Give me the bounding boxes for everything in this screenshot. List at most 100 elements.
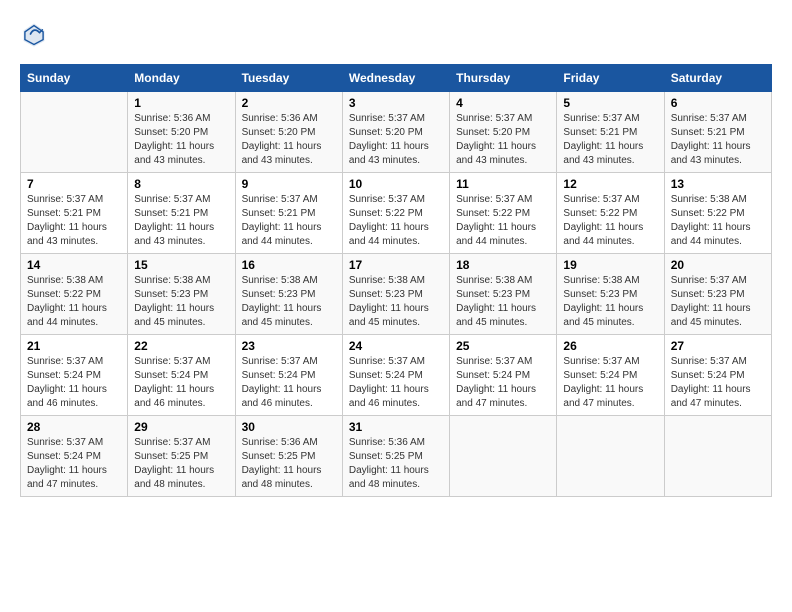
calendar-day-30: 30Sunrise: 5:36 AM Sunset: 5:25 PM Dayli… [235,416,342,497]
day-info: Sunrise: 5:38 AM Sunset: 5:23 PM Dayligh… [563,274,657,330]
calendar-day-7: 7 Sunrise: 5:37 AM Sunset: 5:21 PM Daylig… [21,173,128,254]
day-info: Sunrise: 5:37 AM Sunset: 5:25 PM Dayligh… [134,436,228,492]
day-info: Sunrise: 5:37 AM Sunset: 5:24 PM Dayligh… [27,355,121,411]
logo-icon [20,20,48,48]
calendar-empty-cell [664,416,771,497]
calendar-day-14: 14 Sunrise: 5:38 AM Sunset: 5:22 PM Dayli… [21,254,128,335]
weekday-header-friday: Friday [557,65,664,92]
day-number: 26 [563,339,657,353]
day-number: 21 [27,339,121,353]
calendar-day-19: 19 Sunrise: 5:38 AM Sunset: 5:23 PM Dayli… [557,254,664,335]
day-number: 15 [134,258,228,272]
day-number: 19 [563,258,657,272]
calendar-day-15: 15 Sunrise: 5:38 AM Sunset: 5:23 PM Dayli… [128,254,235,335]
page-header [20,20,772,48]
calendar-day-27: 27 Sunrise: 5:37 AM Sunset: 5:24 PM Dayli… [664,335,771,416]
calendar-day-25: 25 Sunrise: 5:37 AM Sunset: 5:24 PM Dayli… [450,335,557,416]
day-info: Sunrise: 5:37 AM Sunset: 5:22 PM Dayligh… [563,193,657,249]
calendar-day-21: 21 Sunrise: 5:37 AM Sunset: 5:24 PM Dayli… [21,335,128,416]
calendar-day-10: 10 Sunrise: 5:37 AM Sunset: 5:22 PM Dayli… [342,173,449,254]
day-info: Sunrise: 5:38 AM Sunset: 5:22 PM Dayligh… [27,274,121,330]
day-number: 5 [563,96,657,110]
day-info: Sunrise: 5:37 AM Sunset: 5:24 PM Dayligh… [27,436,121,492]
calendar-day-26: 26Sunrise: 5:37 AM Sunset: 5:24 PM Dayli… [557,335,664,416]
day-info: Sunrise: 5:37 AM Sunset: 5:21 PM Dayligh… [563,112,657,168]
day-number: 12 [563,177,657,191]
day-info: Sunrise: 5:37 AM Sunset: 5:22 PM Dayligh… [456,193,550,249]
weekday-header-row: SundayMondayTuesdayWednesdayThursdayFrid… [21,65,772,92]
calendar-table: SundayMondayTuesdayWednesdayThursdayFrid… [20,64,772,497]
day-number: 30 [242,420,336,434]
calendar-empty-cell [557,416,664,497]
day-info: Sunrise: 5:37 AM Sunset: 5:20 PM Dayligh… [456,112,550,168]
calendar-day-29: 29 Sunrise: 5:37 AM Sunset: 5:25 PM Dayli… [128,416,235,497]
day-number: 11 [456,177,550,191]
logo [20,20,52,48]
day-number: 20 [671,258,765,272]
day-number: 7 [27,177,121,191]
weekday-header-monday: Monday [128,65,235,92]
day-info: Sunrise: 5:36 AM Sunset: 5:25 PM Dayligh… [349,436,443,492]
day-number: 25 [456,339,550,353]
day-info: Sunrise: 5:37 AM Sunset: 5:24 PM Dayligh… [456,355,550,411]
day-info: Sunrise: 5:37 AM Sunset: 5:22 PM Dayligh… [349,193,443,249]
day-info: Sunrise: 5:37 AM Sunset: 5:21 PM Dayligh… [671,112,765,168]
day-number: 9 [242,177,336,191]
calendar-day-16: 16Sunrise: 5:38 AM Sunset: 5:23 PM Dayli… [235,254,342,335]
day-info: Sunrise: 5:37 AM Sunset: 5:21 PM Dayligh… [134,193,228,249]
day-number: 1 [134,96,228,110]
day-info: Sunrise: 5:38 AM Sunset: 5:22 PM Dayligh… [671,193,765,249]
day-number: 14 [27,258,121,272]
day-number: 22 [134,339,228,353]
calendar-week-row: 1 Sunrise: 5:36 AM Sunset: 5:20 PM Daylig… [21,92,772,173]
day-info: Sunrise: 5:38 AM Sunset: 5:23 PM Dayligh… [456,274,550,330]
calendar-empty-cell [450,416,557,497]
calendar-day-11: 11 Sunrise: 5:37 AM Sunset: 5:22 PM Dayli… [450,173,557,254]
day-info: Sunrise: 5:37 AM Sunset: 5:20 PM Dayligh… [349,112,443,168]
day-number: 31 [349,420,443,434]
calendar-day-20: 20Sunrise: 5:37 AM Sunset: 5:23 PM Dayli… [664,254,771,335]
day-number: 24 [349,339,443,353]
calendar-day-5: 5 Sunrise: 5:37 AM Sunset: 5:21 PM Daylig… [557,92,664,173]
weekday-header-sunday: Sunday [21,65,128,92]
calendar-day-2: 2 Sunrise: 5:36 AM Sunset: 5:20 PM Daylig… [235,92,342,173]
weekday-header-wednesday: Wednesday [342,65,449,92]
day-number: 17 [349,258,443,272]
day-info: Sunrise: 5:38 AM Sunset: 5:23 PM Dayligh… [134,274,228,330]
calendar-empty-cell [21,92,128,173]
weekday-header-saturday: Saturday [664,65,771,92]
day-info: Sunrise: 5:37 AM Sunset: 5:24 PM Dayligh… [671,355,765,411]
day-info: Sunrise: 5:37 AM Sunset: 5:24 PM Dayligh… [134,355,228,411]
calendar-day-9: 9Sunrise: 5:37 AM Sunset: 5:21 PM Daylig… [235,173,342,254]
day-info: Sunrise: 5:37 AM Sunset: 5:21 PM Dayligh… [27,193,121,249]
calendar-day-1: 1 Sunrise: 5:36 AM Sunset: 5:20 PM Daylig… [128,92,235,173]
calendar-day-22: 22 Sunrise: 5:37 AM Sunset: 5:24 PM Dayli… [128,335,235,416]
calendar-day-18: 18Sunrise: 5:38 AM Sunset: 5:23 PM Dayli… [450,254,557,335]
day-number: 13 [671,177,765,191]
weekday-header-thursday: Thursday [450,65,557,92]
calendar-day-31: 31 Sunrise: 5:36 AM Sunset: 5:25 PM Dayli… [342,416,449,497]
calendar-week-row: 21 Sunrise: 5:37 AM Sunset: 5:24 PM Dayli… [21,335,772,416]
day-number: 23 [242,339,336,353]
calendar-day-12: 12 Sunrise: 5:37 AM Sunset: 5:22 PM Dayli… [557,173,664,254]
day-info: Sunrise: 5:37 AM Sunset: 5:24 PM Dayligh… [349,355,443,411]
day-number: 3 [349,96,443,110]
weekday-header-tuesday: Tuesday [235,65,342,92]
calendar-day-3: 3 Sunrise: 5:37 AM Sunset: 5:20 PM Daylig… [342,92,449,173]
day-info: Sunrise: 5:36 AM Sunset: 5:20 PM Dayligh… [134,112,228,168]
calendar-week-row: 7 Sunrise: 5:37 AM Sunset: 5:21 PM Daylig… [21,173,772,254]
day-number: 27 [671,339,765,353]
day-number: 2 [242,96,336,110]
calendar-day-4: 4Sunrise: 5:37 AM Sunset: 5:20 PM Daylig… [450,92,557,173]
day-info: Sunrise: 5:37 AM Sunset: 5:24 PM Dayligh… [242,355,336,411]
day-info: Sunrise: 5:38 AM Sunset: 5:23 PM Dayligh… [242,274,336,330]
day-number: 8 [134,177,228,191]
calendar-day-28: 28Sunrise: 5:37 AM Sunset: 5:24 PM Dayli… [21,416,128,497]
day-number: 10 [349,177,443,191]
calendar-day-13: 13 Sunrise: 5:38 AM Sunset: 5:22 PM Dayli… [664,173,771,254]
day-number: 6 [671,96,765,110]
calendar-day-24: 24 Sunrise: 5:37 AM Sunset: 5:24 PM Dayli… [342,335,449,416]
day-info: Sunrise: 5:36 AM Sunset: 5:20 PM Dayligh… [242,112,336,168]
day-number: 29 [134,420,228,434]
calendar-day-6: 6 Sunrise: 5:37 AM Sunset: 5:21 PM Daylig… [664,92,771,173]
